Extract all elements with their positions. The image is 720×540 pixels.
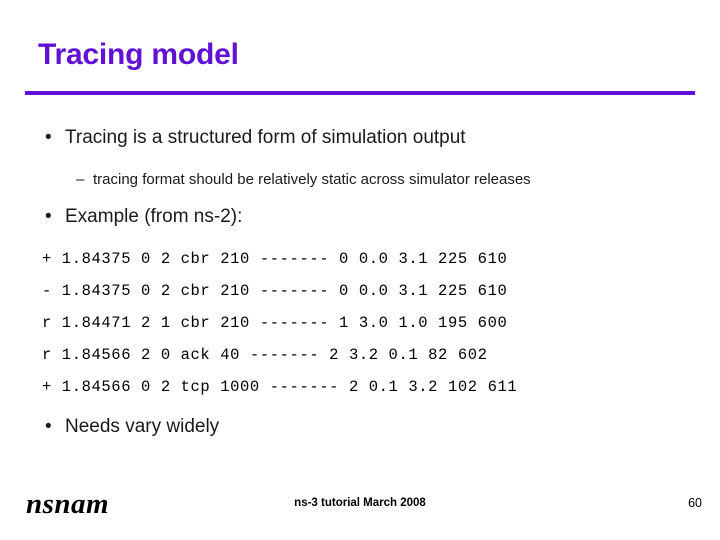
bullet-text: Needs vary widely (65, 416, 220, 437)
trace-line: + 1.84375 0 2 cbr 210 ------- 0 0.0 3.1 … (42, 250, 508, 268)
slide-body: • Tracing is a structured form of simula… (0, 126, 720, 443)
trace-line: r 1.84566 2 0 ack 40 ------- 2 3.2 0.1 8… (42, 346, 488, 364)
bullet-marker-icon: • (45, 206, 52, 228)
page-title: Tracing model (38, 38, 239, 71)
title-divider (25, 91, 695, 95)
slide: Tracing model • Tracing is a structured … (0, 0, 720, 540)
bullet-marker-icon: • (45, 416, 52, 437)
bullet-text: Example (from ns-2): (65, 206, 243, 228)
trace-line: r 1.84471 2 1 cbr 210 ------- 1 3.0 1.0 … (42, 314, 508, 332)
trace-output-block: + 1.84375 0 2 cbr 210 ------- 0 0.0 3.1 … (0, 243, 720, 403)
bullet-item-needs-vary: • Needs vary widely (0, 415, 720, 439)
footer-subtitle: ns-3 tutorial March 2008 (294, 497, 426, 509)
sub-bullet-item-tracing-format: – tracing format should be relatively st… (0, 170, 720, 190)
slide-footer: nsnam ns-3 tutorial March 2008 60 (0, 484, 720, 540)
trace-line: + 1.84566 0 2 tcp 1000 ------- 2 0.1 3.2… (42, 378, 518, 396)
bullet-text: Tracing is a structured form of simulati… (65, 127, 466, 148)
dash-marker-icon: – (76, 170, 85, 188)
bullet-item-tracing-structured: • Tracing is a structured form of simula… (0, 126, 720, 150)
trace-line: - 1.84375 0 2 cbr 210 ------- 0 0.0 3.1 … (42, 282, 508, 300)
page-number: 60 (688, 496, 702, 510)
sub-bullet-text: tracing format should be relatively stat… (93, 170, 531, 188)
bullet-marker-icon: • (45, 127, 52, 148)
bullet-item-example: • Example (from ns-2): (0, 205, 720, 229)
